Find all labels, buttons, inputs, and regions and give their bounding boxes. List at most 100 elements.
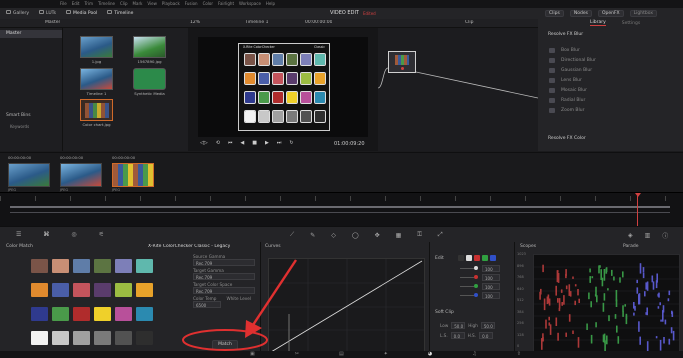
info-icon[interactable]: ⓘ (662, 231, 668, 240)
color-swatch[interactable] (115, 283, 132, 297)
menu-item-trim[interactable]: Trim (84, 1, 93, 6)
menu-item-fusion[interactable]: Fusion (185, 1, 198, 6)
color-swatch[interactable] (136, 331, 153, 345)
keyframes-icon[interactable]: ◈ (628, 232, 633, 239)
hs-field[interactable]: 0.0 (479, 332, 494, 339)
color-swatch[interactable] (94, 259, 111, 273)
library-item-gaussian-blur[interactable]: Gaussian Blur (543, 65, 678, 75)
timeline-button[interactable]: Timeline (107, 10, 133, 16)
timeline-clip-thumbnail[interactable] (60, 163, 102, 187)
media-page-icon[interactable]: ▣ (250, 351, 255, 357)
menu-item-edit[interactable]: Edit (72, 1, 80, 6)
color-match-icon[interactable]: ⌘ (43, 231, 49, 238)
channel-r-icon[interactable] (474, 255, 480, 261)
color-swatch[interactable] (52, 283, 69, 297)
cut-page-icon[interactable]: ✂ (295, 351, 299, 357)
media-clip-3[interactable] (80, 68, 113, 90)
color-swatch[interactable] (73, 283, 90, 297)
menu-item-color[interactable]: Color (203, 1, 213, 6)
clips-button[interactable]: Clips (545, 10, 564, 17)
play-icon[interactable]: ▶ (265, 140, 269, 146)
color-temp-field[interactable]: 6500 (193, 301, 221, 308)
luts-button[interactable]: LUTs (39, 10, 56, 16)
library-item-directional-blur[interactable]: Directional Blur (543, 55, 678, 65)
camera-raw-icon[interactable]: ☰ (16, 231, 21, 238)
menu-item-workspace[interactable]: Workspace (239, 1, 261, 6)
source-gamma-select[interactable]: Rec.709 (193, 259, 255, 266)
edit-slider[interactable] (460, 295, 474, 296)
tab-library[interactable]: Library (590, 20, 606, 26)
color-swatch[interactable] (31, 331, 48, 345)
lightbox-button[interactable]: Lightbox (629, 10, 658, 17)
target-gamma-select[interactable]: Rec.709 (193, 273, 255, 280)
edit-page-icon[interactable]: ▤ (339, 351, 344, 357)
color-wheels-icon[interactable]: ◎ (71, 231, 76, 238)
curves-icon[interactable]: ⟋ (290, 231, 294, 239)
media-clip-2[interactable] (133, 36, 166, 58)
edit-slider[interactable] (460, 268, 474, 269)
curves-graph[interactable] (268, 258, 425, 355)
color-swatch[interactable] (52, 331, 69, 345)
channel-g-icon[interactable] (482, 255, 488, 261)
edit-value-field[interactable]: 100 (482, 283, 500, 290)
edit-value-field[interactable]: 100 (482, 265, 500, 272)
timeline-clip-thumbnail[interactable] (112, 163, 154, 187)
deliver-page-icon[interactable]: ⇪ (517, 351, 521, 357)
media-clip-1[interactable] (80, 36, 113, 58)
color-swatch[interactable] (94, 283, 111, 297)
openfx-button[interactable]: OpenFX (597, 10, 624, 17)
media-pool-button[interactable]: Media Pool (65, 10, 97, 16)
color-swatch[interactable] (52, 307, 69, 321)
menu-item-help[interactable]: Help (266, 1, 275, 6)
viewer-image[interactable]: X-Rite ColorChecker Classic (198, 37, 368, 137)
scopes-icon[interactable]: ▥ (645, 232, 651, 239)
stop-icon[interactable]: ■ (252, 140, 257, 146)
window-icon[interactable]: ◯ (352, 232, 359, 239)
color-swatch[interactable] (136, 283, 153, 297)
mini-timeline[interactable] (0, 192, 683, 226)
jog-icon[interactable]: ◁▷ (200, 140, 208, 146)
loop-icon[interactable]: ⟲ (216, 140, 220, 146)
low-field[interactable]: 50.0 (451, 322, 466, 329)
color-swatch[interactable] (94, 307, 111, 321)
menu-item-mark[interactable]: Mark (133, 1, 143, 6)
menu-item-timeline[interactable]: Timeline (98, 1, 115, 6)
edit-value-field[interactable]: 100 (482, 274, 500, 281)
sizing-icon[interactable]: ⤢ (438, 231, 443, 239)
color-swatch[interactable] (94, 331, 111, 345)
qualifier-icon[interactable]: ◇ (331, 232, 336, 239)
library-section-blur[interactable]: Resolve FX Blur (548, 32, 583, 37)
color-swatch[interactable] (115, 331, 132, 345)
step-back-icon[interactable]: ◀ (240, 140, 244, 146)
edit-slider[interactable] (460, 277, 474, 278)
fusion-page-icon[interactable]: ✦ (384, 351, 388, 357)
color-swatch[interactable] (136, 259, 153, 273)
channel-y-icon[interactable] (466, 255, 472, 261)
timeline-name[interactable]: Timeline 1 (245, 20, 268, 25)
library-item-zoom-blur[interactable]: Zoom Blur (543, 105, 678, 115)
color-swatch[interactable] (31, 283, 48, 297)
ls-field[interactable]: 0.0 (450, 332, 465, 339)
color-page-icon[interactable]: ◕ (428, 351, 432, 357)
color-swatch[interactable] (73, 259, 90, 273)
menu-item-view[interactable]: View (147, 1, 157, 6)
color-swatch[interactable] (31, 307, 48, 321)
menu-item-file[interactable]: File (60, 1, 67, 6)
high-field[interactable]: 50.0 (480, 322, 495, 329)
link-icon[interactable] (458, 255, 464, 261)
gallery-button[interactable]: Gallery (6, 10, 29, 16)
playhead[interactable] (637, 193, 638, 226)
zoom-level[interactable]: 12% (190, 20, 200, 25)
channel-b-icon[interactable] (490, 255, 496, 261)
menu-item-playback[interactable]: Playback (162, 1, 180, 6)
skip-back-icon[interactable]: ⏮ (228, 140, 233, 146)
repeat-icon[interactable]: ↻ (289, 140, 293, 146)
color-swatch[interactable] (31, 259, 48, 273)
skip-forward-icon[interactable]: ⏭ (277, 140, 282, 146)
media-clip-5[interactable] (80, 99, 113, 121)
node-01[interactable] (388, 51, 416, 73)
nodes-button[interactable]: Nodes (569, 10, 592, 17)
chart-select[interactable]: X-Rite ColorChecker Classic - Legacy (148, 244, 230, 249)
scope-mode-select[interactable]: Parade (623, 244, 639, 249)
media-clip-4[interactable] (133, 68, 166, 90)
